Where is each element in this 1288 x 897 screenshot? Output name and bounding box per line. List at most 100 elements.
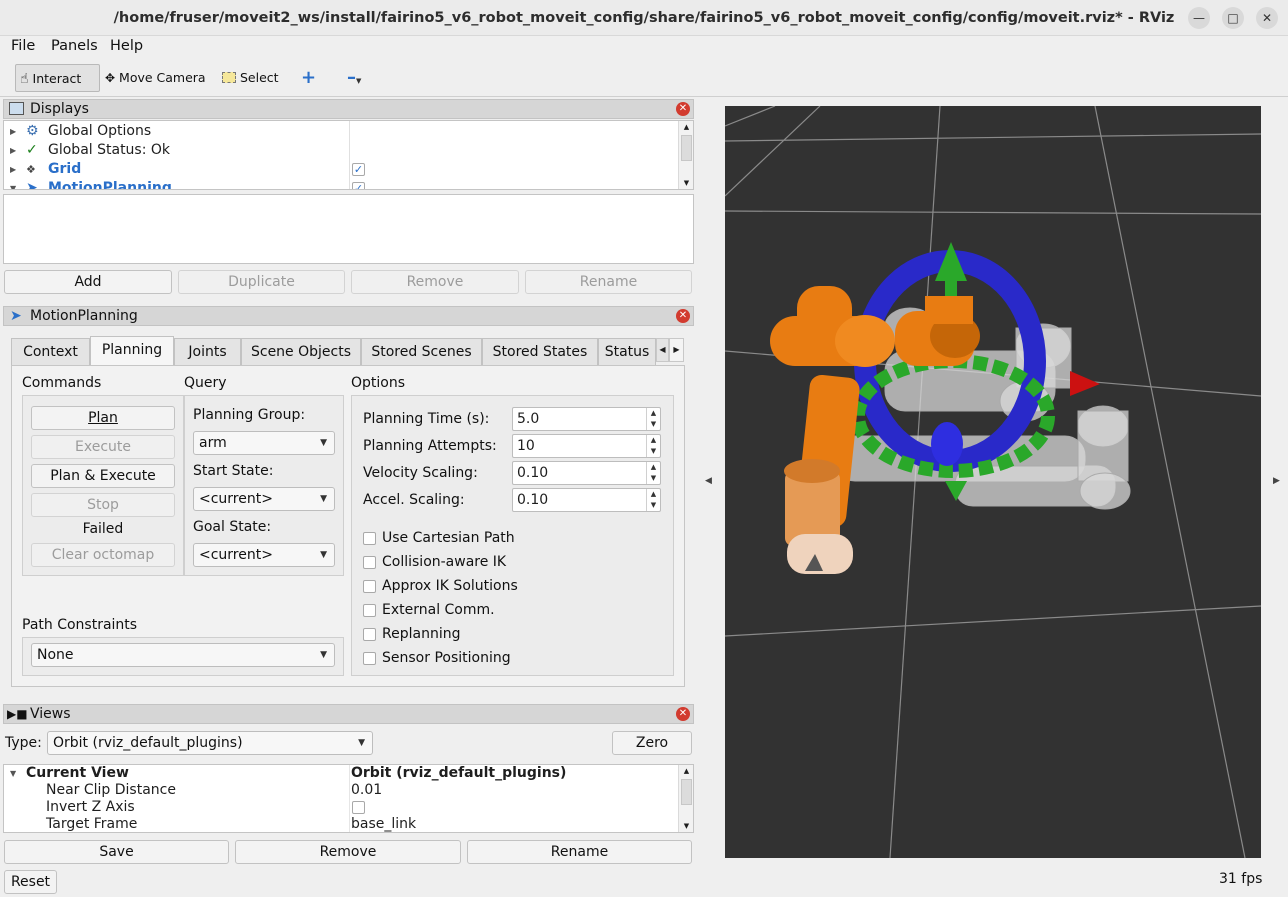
planning-time-spinbox[interactable]: 5.0 ▲ ▼ (512, 407, 661, 431)
tab-context[interactable]: Context (11, 338, 90, 365)
move-camera-icon: ✥ (105, 71, 116, 85)
displays-scrollbar[interactable]: ▲ ▼ (678, 121, 693, 189)
planning-attempts-spinbox[interactable]: 10 ▲ ▼ (512, 434, 661, 458)
tab-planning[interactable]: Planning (90, 336, 174, 366)
tab-scene-objects[interactable]: Scene Objects (241, 338, 361, 365)
rename-view-button[interactable]: Rename (467, 840, 692, 864)
tab-scroll-left-icon[interactable]: ◀ (656, 338, 669, 362)
collision-aware-ik-checkbox[interactable] (363, 556, 376, 569)
display-item-motionplanning[interactable]: ▼ ➤ MotionPlanning ✓ (4, 179, 676, 189)
display-item-global-status[interactable]: ▶ ✓ Global Status: Ok (4, 141, 676, 160)
plan-button[interactable]: Plan (31, 406, 175, 430)
remove-view-button[interactable]: Remove (235, 840, 461, 864)
approx-ik-solutions-checkbox[interactable] (363, 580, 376, 593)
options-heading: Options (351, 375, 406, 391)
plus-icon[interactable]: + (297, 64, 319, 92)
views-tree: ▼ Current View Orbit (rviz_default_plugi… (3, 764, 694, 833)
tab-stored-states[interactable]: Stored States (482, 338, 598, 365)
tab-scroll-right-icon[interactable]: ▶ (669, 338, 684, 362)
menu-file[interactable]: File (11, 38, 35, 54)
collapse-right-icon[interactable]: ▶ (1273, 476, 1280, 486)
grid-enabled-checkbox[interactable]: ✓ (352, 163, 365, 176)
path-constraints-combo[interactable]: None ▼ (31, 643, 335, 667)
velocity-scaling-spinbox[interactable]: 0.10 ▲ ▼ (512, 461, 661, 485)
minus-icon[interactable]: –▼ (343, 64, 369, 92)
camera-icon: ▶■ (7, 707, 28, 721)
views-scrollbar[interactable]: ▲ ▼ (678, 765, 693, 832)
spin-arrows-icon[interactable]: ▲ ▼ (646, 489, 660, 511)
view-row-current-view[interactable]: ▼ Current View Orbit (rviz_default_plugi… (4, 765, 676, 782)
view-type-combo[interactable]: Orbit (rviz_default_plugins) ▼ (47, 731, 373, 755)
planning-attempts-label: Planning Attempts: (363, 438, 497, 454)
interact-tool-button[interactable]: ☝ Interact (15, 64, 100, 92)
approx-ik-solutions-label: Approx IK Solutions (382, 578, 518, 594)
accel-scaling-spinbox[interactable]: 0.10 ▲ ▼ (512, 488, 661, 512)
views-panel-title: ▶■ Views (3, 704, 694, 724)
close-icon[interactable]: ✕ (1256, 7, 1278, 29)
tab-stored-scenes[interactable]: Stored Scenes (361, 338, 482, 365)
window-title: /home/fruser/moveit2_ws/install/fairino5… (113, 10, 1175, 26)
goal-state-label: Goal State: (193, 519, 272, 535)
views-close-icon[interactable]: ✕ (676, 707, 690, 721)
menu-panels[interactable]: Panels (51, 38, 98, 54)
maximize-icon[interactable]: □ (1222, 7, 1244, 29)
spin-arrows-icon[interactable]: ▲ ▼ (646, 462, 660, 484)
planning-group-combo[interactable]: arm ▼ (193, 431, 335, 455)
spin-arrows-icon[interactable]: ▲ ▼ (646, 408, 660, 430)
zero-view-button[interactable]: Zero (612, 731, 692, 755)
chevron-down-icon: ▼ (358, 738, 365, 748)
sensor-positioning-checkbox[interactable] (363, 652, 376, 665)
render-viewport[interactable] (724, 105, 1262, 859)
minimize-icon[interactable]: — (1188, 7, 1210, 29)
add-display-button[interactable]: Add (4, 270, 172, 294)
menu-help[interactable]: Help (110, 38, 143, 54)
planning-time-label: Planning Time (s): (363, 411, 490, 427)
select-icon (222, 72, 236, 83)
clear-octomap-button[interactable]: Clear octomap (31, 543, 175, 567)
motionplanning-close-icon[interactable]: ✕ (676, 309, 690, 323)
sensor-positioning-label: Sensor Positioning (382, 650, 511, 666)
reset-button[interactable]: Reset (4, 870, 57, 894)
motionplanning-enabled-checkbox[interactable]: ✓ (352, 182, 365, 189)
select-tool-button[interactable]: Select (218, 64, 284, 92)
tab-status[interactable]: Status (598, 338, 656, 365)
use-cartesian-path-checkbox[interactable] (363, 532, 376, 545)
spin-arrows-icon[interactable]: ▲ ▼ (646, 435, 660, 457)
view-row-invert-z-axis[interactable]: Invert Z Axis (4, 799, 676, 816)
display-description-area (3, 194, 694, 264)
display-item-grid[interactable]: ▶ ❖ Grid ✓ (4, 160, 676, 179)
stop-button[interactable]: Stop (31, 493, 175, 517)
collision-aware-ik-label: Collision-aware IK (382, 554, 507, 570)
collapse-left-icon[interactable]: ◀ (705, 476, 712, 486)
view-row-near-clip-distance[interactable]: Near Clip Distance 0.01 (4, 782, 676, 799)
tab-joints[interactable]: Joints (174, 338, 241, 365)
rename-display-button[interactable]: Rename (525, 270, 692, 294)
plan-and-execute-button[interactable]: Plan & Execute (31, 464, 175, 488)
monitor-icon (9, 102, 24, 115)
commands-heading: Commands (22, 375, 102, 391)
start-state-combo[interactable]: <current> ▼ (193, 487, 335, 511)
fps-counter: 31 fps (1219, 871, 1263, 887)
external-comm-checkbox[interactable] (363, 604, 376, 617)
gear-icon: ⚙ (26, 123, 39, 139)
replanning-checkbox[interactable] (363, 628, 376, 641)
view-row-target-frame[interactable]: Target Frame base_link (4, 816, 676, 832)
goal-state-combo[interactable]: <current> ▼ (193, 543, 335, 567)
display-item-global-options[interactable]: ▶ ⚙ Global Options (4, 122, 676, 141)
view-type-label: Type: (5, 735, 42, 751)
query-heading: Query (184, 375, 227, 391)
move-camera-tool-button[interactable]: ✥ Move Camera (101, 64, 211, 92)
displays-tree: ▶ ⚙ Global Options ▶ ✓ Global Status: Ok… (3, 120, 694, 190)
planning-status-label: Failed (82, 521, 124, 537)
menu-bar (0, 36, 1288, 60)
displays-close-icon[interactable]: ✕ (676, 102, 690, 116)
remove-display-button[interactable]: Remove (351, 270, 519, 294)
motionplanning-panel-title: ➤ MotionPlanning (3, 306, 694, 326)
chevron-down-icon: ▼ (320, 438, 327, 448)
accel-scaling-label: Accel. Scaling: (363, 492, 465, 508)
duplicate-display-button[interactable]: Duplicate (178, 270, 345, 294)
hand-icon: ☝ (20, 71, 29, 87)
save-view-button[interactable]: Save (4, 840, 229, 864)
invert-z-axis-checkbox[interactable] (352, 801, 365, 814)
execute-button[interactable]: Execute (31, 435, 175, 459)
